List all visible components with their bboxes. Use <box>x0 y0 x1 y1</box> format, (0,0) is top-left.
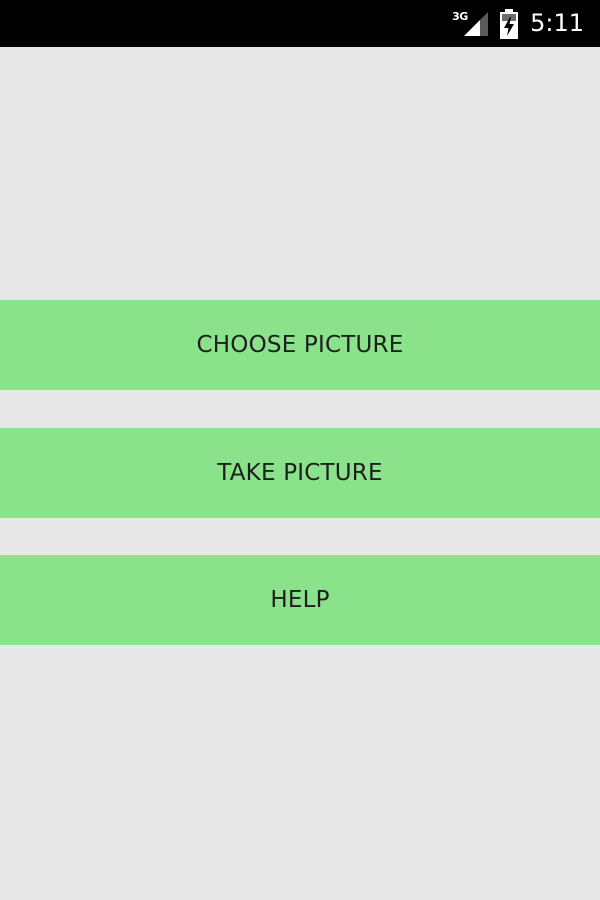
clock: 5:11 <box>530 9 584 37</box>
take-picture-button[interactable]: TAKE PICTURE <box>0 428 600 518</box>
battery-charging-icon <box>500 8 519 39</box>
status-icons: 3G 5:11 <box>452 0 584 47</box>
main-content: CHOOSE PICTURE TAKE PICTURE HELP <box>0 47 600 900</box>
signal-icon <box>464 11 489 36</box>
status-bar: 3G 5:11 <box>0 0 600 47</box>
choose-picture-button[interactable]: CHOOSE PICTURE <box>0 300 600 390</box>
network-indicator: 3G <box>452 9 489 39</box>
help-button[interactable]: HELP <box>0 555 600 645</box>
